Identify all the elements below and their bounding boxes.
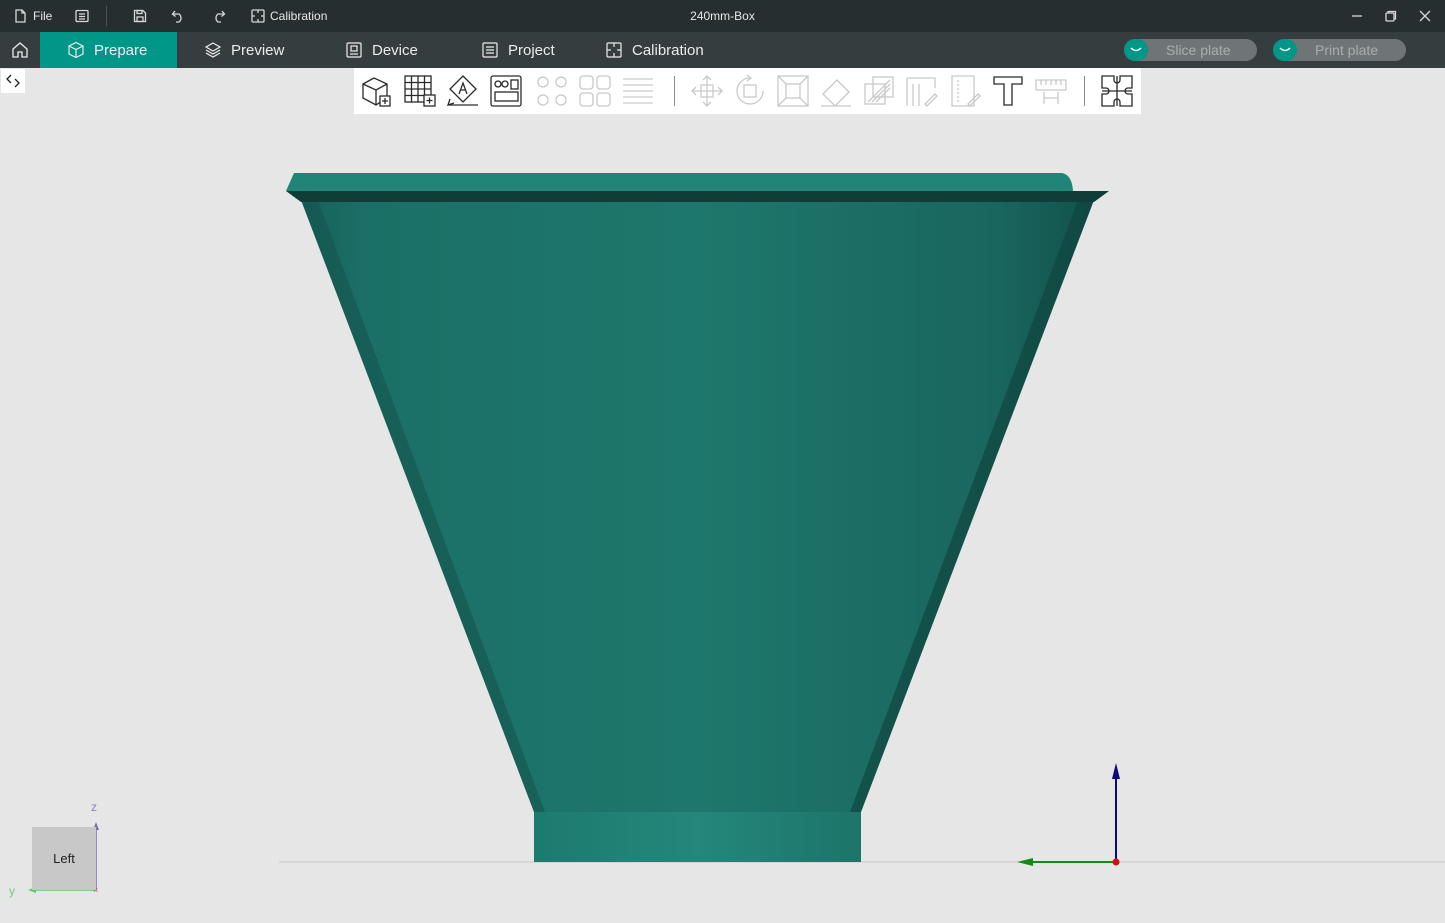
add-object-button[interactable]	[360, 74, 394, 108]
split-objects-button[interactable]	[535, 74, 569, 108]
measure-button[interactable]	[1034, 74, 1068, 108]
sidebar-toggle-button[interactable]	[1, 69, 25, 93]
lay-on-face-button[interactable]	[819, 74, 853, 108]
auto-orient-button[interactable]	[446, 74, 480, 108]
arrange-icon	[490, 75, 522, 107]
add-cube-icon	[362, 77, 391, 107]
model-object[interactable]	[286, 173, 1109, 862]
project-icon	[482, 42, 498, 58]
axis-z-label: z	[91, 800, 97, 814]
text-tool-button[interactable]	[991, 74, 1025, 108]
redo-icon	[215, 10, 226, 23]
tab-project-label: Project	[508, 41, 555, 59]
arrange-button[interactable]	[489, 74, 523, 108]
text-icon	[993, 76, 1023, 106]
split-parts-button[interactable]	[578, 74, 612, 108]
view-cube-label: Left	[53, 851, 75, 866]
device-icon	[346, 42, 362, 58]
slice-plate-button[interactable]: Slice plate	[1124, 39, 1257, 61]
tab-device-label: Device	[372, 41, 418, 59]
tab-calibration[interactable]: Calibration	[578, 32, 728, 68]
menu-icon	[75, 9, 89, 23]
undo-button[interactable]	[171, 0, 186, 32]
chevron-down-icon	[1130, 47, 1142, 52]
print-plate-label: Print plate	[1315, 42, 1379, 58]
tab-prepare[interactable]: Prepare	[40, 32, 177, 68]
support-painting-button[interactable]	[905, 74, 939, 108]
close-icon	[1419, 10, 1431, 22]
scale-button[interactable]	[776, 74, 810, 108]
toolbar-divider	[1084, 76, 1085, 106]
lay-on-face-icon	[821, 79, 851, 107]
layers-icon	[204, 42, 222, 58]
print-plate-button[interactable]: Print plate	[1273, 39, 1406, 61]
save-icon	[133, 9, 147, 23]
seam-paint-icon	[951, 75, 981, 107]
tab-prepare-label: Prepare	[94, 41, 148, 59]
titlebar-divider	[106, 6, 107, 26]
variable-layer-height-button[interactable]	[621, 74, 655, 108]
title-bar: File Calibration 240mm-Box	[0, 0, 1445, 32]
move-button[interactable]	[690, 74, 724, 108]
cube-icon	[68, 41, 84, 59]
slice-plate-label: Slice plate	[1166, 42, 1231, 58]
toolbar-divider	[674, 76, 675, 106]
file-icon	[15, 9, 26, 23]
seam-painting-button[interactable]	[948, 74, 982, 108]
main-tab-bar: Prepare Preview Device Project Calibrati…	[0, 32, 1445, 68]
calibration-icon	[606, 42, 622, 58]
axis-y-label: y	[9, 884, 15, 898]
tab-preview[interactable]: Preview	[177, 32, 313, 68]
axis-gizmo	[1017, 763, 1120, 866]
support-paint-icon	[906, 77, 938, 107]
minimize-icon	[1352, 15, 1362, 17]
file-menu[interactable]: File	[13, 0, 52, 32]
titlebar-calibration-label: Calibration	[270, 9, 328, 23]
save-button[interactable]	[133, 0, 147, 32]
measure-icon	[1035, 79, 1067, 104]
auto-orient-icon	[446, 75, 478, 107]
print-dropdown-toggle[interactable]	[1273, 39, 1297, 61]
move-icon	[691, 75, 723, 107]
3d-viewport[interactable]: ×	[0, 0, 1445, 923]
hamburger-menu-button[interactable]	[75, 0, 89, 32]
cut-icon	[864, 76, 894, 105]
chevron-down-icon	[1279, 47, 1291, 52]
cut-button[interactable]	[862, 74, 896, 108]
tab-preview-label: Preview	[231, 41, 285, 59]
layer-height-icon	[623, 78, 653, 104]
rotate-icon	[736, 74, 764, 105]
close-button[interactable]	[1419, 0, 1431, 32]
tab-calibration-label: Calibration	[632, 41, 704, 59]
view-cube[interactable]: Left	[32, 827, 96, 890]
restore-icon	[1385, 10, 1397, 22]
redo-button[interactable]	[211, 0, 226, 32]
home-button[interactable]	[0, 32, 40, 68]
calibration-icon	[251, 9, 265, 23]
minimize-button[interactable]	[1351, 0, 1363, 32]
home-icon	[12, 42, 28, 58]
rotate-button[interactable]	[733, 74, 767, 108]
collapse-expand-icon	[6, 74, 20, 88]
add-plate-button[interactable]	[403, 74, 437, 108]
scale-icon	[777, 75, 809, 107]
object-toolbar	[354, 68, 1141, 114]
split-objects-icon	[537, 76, 567, 106]
assembly-button[interactable]	[1100, 74, 1134, 108]
document-title: 240mm-Box	[690, 9, 755, 23]
file-menu-label: File	[33, 9, 53, 23]
split-parts-icon	[579, 75, 611, 107]
restore-button[interactable]	[1385, 0, 1397, 32]
tab-device[interactable]: Device	[318, 32, 454, 68]
puzzle-icon	[1101, 75, 1133, 107]
grid-plus-icon	[404, 75, 436, 107]
titlebar-calibration-button[interactable]: Calibration	[251, 0, 327, 32]
tab-project[interactable]: Project	[454, 32, 578, 68]
slice-dropdown-toggle[interactable]	[1124, 39, 1148, 61]
undo-icon	[171, 10, 182, 23]
